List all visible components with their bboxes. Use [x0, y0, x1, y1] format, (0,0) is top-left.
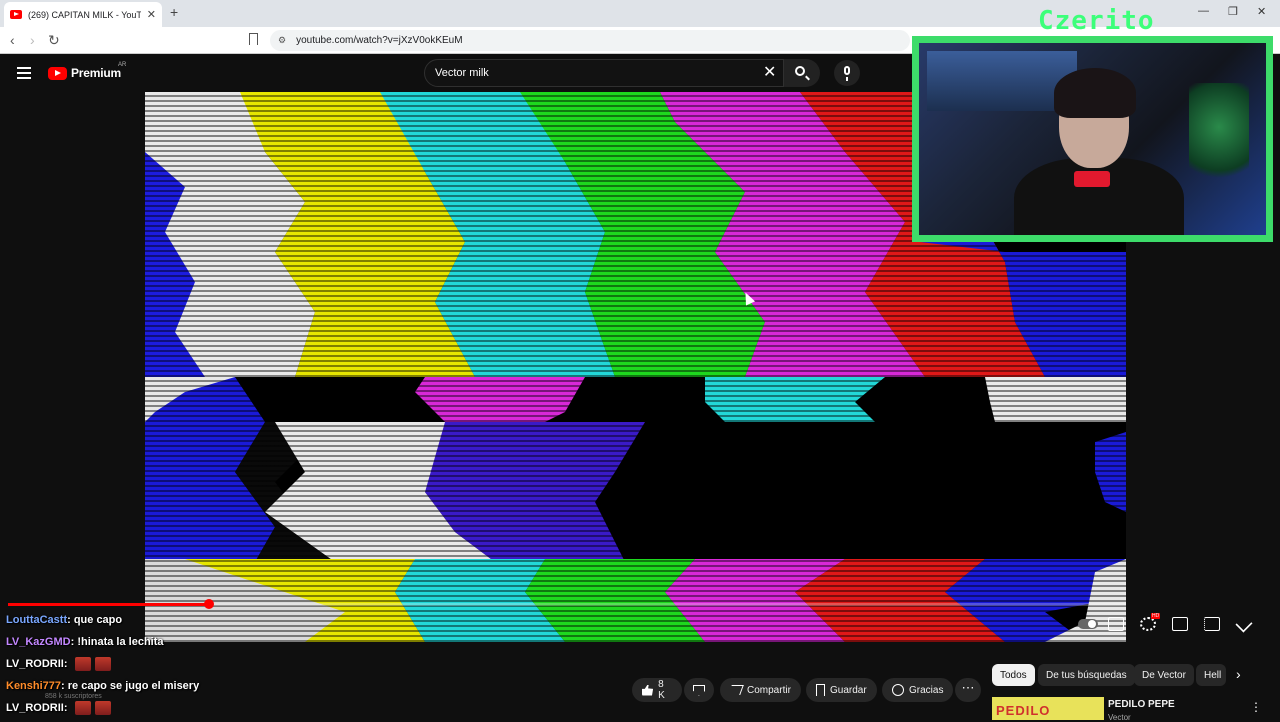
clear-search-icon[interactable]: ✕ [763, 62, 776, 82]
chat-message: LV_KazGMD: !hinata la lechita [6, 636, 164, 648]
thumbs-down-icon [693, 684, 705, 696]
chat-message: LV_RODRII: [6, 657, 111, 671]
url-field[interactable]: ⚙ youtube.com/watch?v=jXzV0okKEuM [270, 30, 910, 51]
chevron-right-icon[interactable]: › [1236, 666, 1241, 682]
like-count: 8 K [658, 679, 665, 701]
chat-text: : [63, 657, 68, 670]
chat-username: LV_RODRII [6, 657, 64, 670]
recommended-title[interactable]: PEDILO PEPE [1108, 699, 1175, 710]
logo-text: Premium [71, 66, 121, 80]
voice-search-button[interactable] [834, 60, 860, 86]
microphone-icon [844, 66, 850, 75]
save-button[interactable]: Guardar [806, 678, 877, 702]
thanks-label: Gracias [909, 684, 944, 696]
forward-icon[interactable]: › [30, 32, 35, 48]
chat-username: Kenshi777 [6, 680, 62, 692]
thumbnail-text: PEDILO [996, 703, 1051, 718]
streamer-name-overlay: Czerito [1038, 6, 1155, 36]
browser-tab[interactable]: (269) CAPITAN MILK - YouTube ✕ [4, 2, 162, 27]
close-window-button[interactable]: ✕ [1257, 5, 1266, 18]
search-icon [795, 66, 805, 76]
thumbs-up-icon [642, 684, 654, 696]
youtube-favicon-icon [10, 10, 22, 19]
new-tab-button[interactable]: + [170, 4, 178, 20]
thanks-button[interactable]: Gracias [882, 678, 954, 702]
chat-text: : re capo se jugo el misery [61, 680, 200, 692]
subscriber-count: 858 k suscriptores [45, 693, 102, 700]
country-code: AR [118, 62, 127, 68]
share-label: Compartir [747, 684, 791, 696]
minimize-button[interactable]: — [1198, 5, 1209, 17]
chat-text: : [63, 701, 68, 714]
chat-message: Kenshi777: re capo se jugo el misery [6, 680, 199, 692]
cast-icon[interactable] [1204, 617, 1220, 631]
search-input[interactable]: Vector milk [424, 59, 784, 87]
video-progress-bar[interactable] [8, 599, 1126, 609]
chat-message: LV_RODRII: [6, 701, 111, 715]
bookmark-icon[interactable] [249, 33, 258, 45]
progress-fill [8, 603, 210, 606]
url-text: youtube.com/watch?v=jXzV0okKEuM [296, 35, 463, 46]
settings-gear-icon[interactable] [1140, 613, 1161, 631]
save-label: Guardar [830, 684, 867, 696]
like-button[interactable]: 8 K [632, 678, 682, 702]
hamburger-menu-icon[interactable] [17, 67, 31, 79]
chat-emote-icon [74, 701, 91, 715]
chat-text: : que capo [67, 614, 123, 626]
back-icon[interactable]: ‹ [10, 32, 15, 48]
kebab-menu-icon[interactable]: ⋮ [1250, 700, 1262, 714]
share-icon [728, 685, 744, 695]
chat-username: LV_RODRII [6, 701, 64, 714]
search-button[interactable] [784, 59, 820, 87]
maximize-button[interactable]: ❐ [1228, 5, 1238, 18]
webcam-christmas-tree [1189, 83, 1249, 193]
autoplay-toggle[interactable] [1078, 619, 1098, 629]
chat-text: : !hinata la lechita [70, 636, 164, 648]
youtube-logo-icon [48, 66, 67, 80]
chat-emote-icon [74, 657, 91, 671]
chat-username: LouttaCastt [6, 614, 68, 626]
chat-emote-icon [94, 701, 111, 715]
webcam-microphone [1074, 171, 1110, 187]
chip-hell[interactable]: Hell [1196, 664, 1226, 686]
chip-from-searches[interactable]: De tus búsquedas [1038, 664, 1135, 686]
fullscreen-icon[interactable] [1235, 615, 1253, 633]
more-actions-button[interactable]: ⋯ [955, 678, 981, 702]
reload-icon[interactable]: ↻ [48, 32, 60, 49]
tab-title: (269) CAPITAN MILK - YouTube [28, 9, 141, 20]
chat-message: LouttaCastt: que capo [6, 614, 122, 626]
miniplayer-icon[interactable] [1172, 617, 1188, 631]
search-query: Vector milk [435, 67, 489, 79]
chat-username: LV_KazGMD [6, 636, 71, 648]
recommended-thumbnail[interactable]: PEDILO [992, 697, 1104, 720]
youtube-premium-logo[interactable]: Premium [48, 66, 121, 80]
subtitles-icon[interactable] [1108, 617, 1124, 631]
webcam-person-hair [1054, 68, 1136, 118]
chat-emote-icon [94, 657, 111, 671]
chip-all[interactable]: Todos [992, 664, 1035, 686]
bookmark-save-icon [816, 684, 825, 696]
recommended-channel[interactable]: Vector [1108, 713, 1131, 722]
super-thanks-icon [892, 684, 904, 696]
site-info-icon[interactable]: ⚙ [278, 35, 286, 46]
webcam-overlay [912, 36, 1273, 242]
share-button[interactable]: Compartir [720, 678, 801, 702]
tab-close-icon[interactable]: ✕ [147, 8, 156, 21]
dislike-button[interactable] [684, 678, 714, 702]
chip-from-vector[interactable]: De Vector [1134, 664, 1194, 686]
